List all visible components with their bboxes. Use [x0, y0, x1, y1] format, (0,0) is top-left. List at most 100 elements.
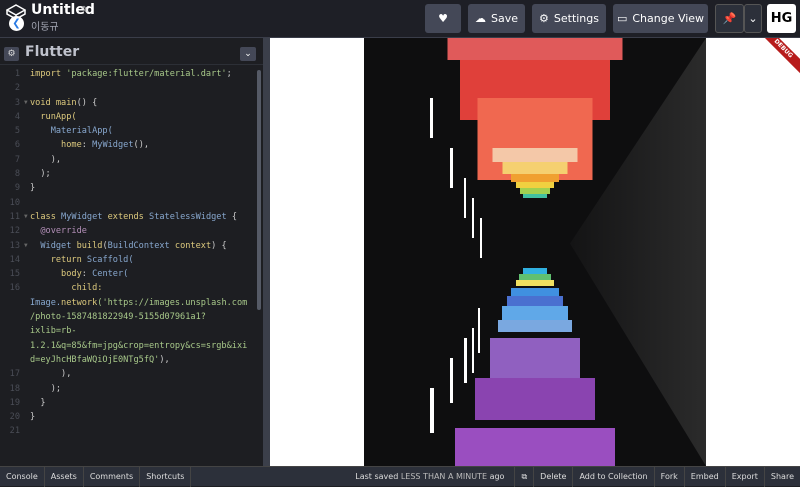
save-button[interactable]: ☁ Save — [468, 4, 525, 33]
code-area[interactable]: 1 import 'package:flutter/material.dart';… — [0, 67, 258, 439]
line-number: 2 — [14, 83, 20, 94]
code-line[interactable]: 15 body: Center( — [0, 267, 258, 281]
code-line[interactable]: 16 child: — [0, 281, 258, 295]
line-number — [0, 296, 24, 310]
footer-console-button[interactable]: Console — [0, 466, 45, 487]
line-number — [0, 310, 24, 324]
code-line[interactable]: 11 ▼ class MyWidget extends StatelessWidge… — [0, 210, 258, 224]
footer-embed-button[interactable]: Embed — [683, 466, 725, 487]
wall-light — [450, 358, 453, 403]
code-line[interactable]: 19 } — [0, 396, 258, 410]
code-line[interactable]: 8 ); — [0, 167, 258, 181]
code-token: ) { — [211, 240, 227, 251]
code-line[interactable]: 6 home: MyWidget(), — [0, 138, 258, 152]
code-line[interactable]: d=eyJhcHBfaWQiOjE0NTg5fQ'), — [0, 353, 258, 367]
footer-share-button[interactable]: Share — [763, 466, 800, 487]
footer-export-button[interactable]: Export — [724, 466, 764, 487]
code-line[interactable]: 17 ), — [0, 367, 258, 381]
code-line[interactable]: 4 runApp( — [0, 110, 258, 124]
wall-light — [472, 198, 474, 238]
code-token: build — [76, 240, 103, 251]
code-line[interactable]: 14 return Scaffold( — [0, 253, 258, 267]
pin-button[interactable]: 📌 — [715, 4, 744, 33]
line-number: 7 — [14, 154, 20, 165]
footer-bar: Console Assets Comments Shortcuts Last save… — [0, 466, 800, 487]
code-line[interactable]: 1 import 'package:flutter/material.dart'; — [0, 67, 258, 81]
code-line[interactable]: 2 — [0, 81, 258, 95]
editor-language: Flutter — [25, 44, 80, 60]
code-line[interactable]: 12 @override — [0, 224, 258, 238]
code-text: /photo-1587481822949-5155d07961a1? — [30, 310, 206, 324]
code-line[interactable]: 20} — [0, 410, 258, 424]
code-token: ); — [30, 169, 51, 180]
code-text: class MyWidget extends StatelessWidget { — [30, 210, 237, 224]
editor-collapse-button[interactable]: ⌄ — [240, 47, 256, 61]
code-line[interactable]: /photo-1587481822949-5155d07961a1? — [0, 310, 258, 324]
code-line[interactable]: 1.2.1&q=85&fm=jpg&crop=entropy&cs=srgb&i… — [0, 339, 258, 353]
change-view-button[interactable]: ▭ Change View — [613, 4, 708, 33]
code-token: Image. — [30, 297, 62, 308]
like-button[interactable]: ♥ — [425, 4, 461, 33]
line-number: 5 — [14, 126, 20, 137]
stair-step — [475, 378, 595, 420]
footer-shortcuts-button[interactable]: Shortcuts — [140, 466, 192, 487]
footer-fork-button[interactable]: Fork — [653, 466, 684, 487]
code-editor[interactable]: ⚙ Flutter ⌄ 1 import 'package:flutter/mat… — [0, 40, 263, 466]
code-token: ; — [226, 69, 232, 79]
code-text: } — [30, 396, 45, 410]
resize-handle[interactable] — [263, 38, 270, 466]
code-text: import 'package:flutter/material.dart'; — [30, 67, 232, 81]
code-line[interactable]: 10 — [0, 196, 258, 210]
wall-light — [464, 338, 467, 383]
code-text: ), — [30, 367, 71, 381]
code-line[interactable]: 21 — [0, 424, 258, 438]
footer-delete-button[interactable]: Delete — [533, 466, 572, 487]
code-token: Center( — [92, 269, 129, 280]
code-token: extends — [107, 211, 150, 222]
code-token: MyWidget — [61, 211, 108, 222]
open-external-icon[interactable]: ⧉ — [514, 466, 533, 487]
code-line[interactable]: 7 ), — [0, 153, 258, 167]
footer-comments-button[interactable]: Comments — [84, 466, 141, 487]
gear-icon: ⚙ — [539, 12, 549, 25]
stair-step — [490, 338, 580, 378]
code-token: context — [174, 240, 212, 251]
code-line[interactable]: Image.network('https://images.unsplash.c… — [0, 296, 258, 310]
code-text: Image.network('https://images.unsplash.c… — [30, 296, 247, 310]
stair-step — [507, 296, 563, 306]
pin-menu-button[interactable]: ⌄ — [744, 4, 762, 33]
footer-assets-button[interactable]: Assets — [45, 466, 84, 487]
saved-suffix: ago — [489, 471, 505, 481]
wall-light — [472, 328, 474, 373]
code-token: ), — [30, 154, 62, 165]
line-number: 19 — [9, 397, 20, 408]
avatar[interactable]: HG — [767, 4, 796, 33]
edit-title-icon[interactable]: ✎ — [81, 5, 89, 16]
code-line[interactable]: ixlib=rb- — [0, 324, 258, 338]
code-token: network — [61, 297, 98, 308]
editor-settings-icon[interactable]: ⚙ — [4, 47, 19, 61]
code-token: } — [30, 183, 36, 194]
wall-light — [464, 178, 466, 218]
code-token: child: — [30, 283, 103, 294]
code-line[interactable]: 18 ); — [0, 382, 258, 396]
line-number: 11 — [9, 211, 20, 222]
stair-step — [492, 148, 578, 162]
code-line[interactable]: 3 ▼ void main() { — [0, 96, 258, 110]
settings-button[interactable]: ⚙ Settings — [532, 4, 606, 33]
code-line[interactable]: 13 ▼ Widget build(BuildContext context) { — [0, 239, 258, 253]
footer-add-to-collection-button[interactable]: Add to Collection — [572, 466, 653, 487]
flutter-avatar-icon: ❮ — [9, 16, 24, 31]
code-line[interactable]: 5 MaterialApp( — [0, 124, 258, 138]
code-line[interactable]: 9} — [0, 181, 258, 195]
code-token: : — [81, 269, 93, 280]
wall-light — [450, 148, 453, 188]
user-name[interactable]: 이동규 — [31, 18, 59, 33]
stair-step — [511, 288, 559, 296]
line-number: 9 — [14, 183, 20, 194]
line-number: 16 — [9, 283, 20, 294]
debug-banner: DEBUG — [754, 38, 800, 78]
code-token: home — [30, 140, 82, 151]
wall-light — [478, 308, 480, 353]
editor-scrollbar[interactable] — [257, 70, 261, 310]
